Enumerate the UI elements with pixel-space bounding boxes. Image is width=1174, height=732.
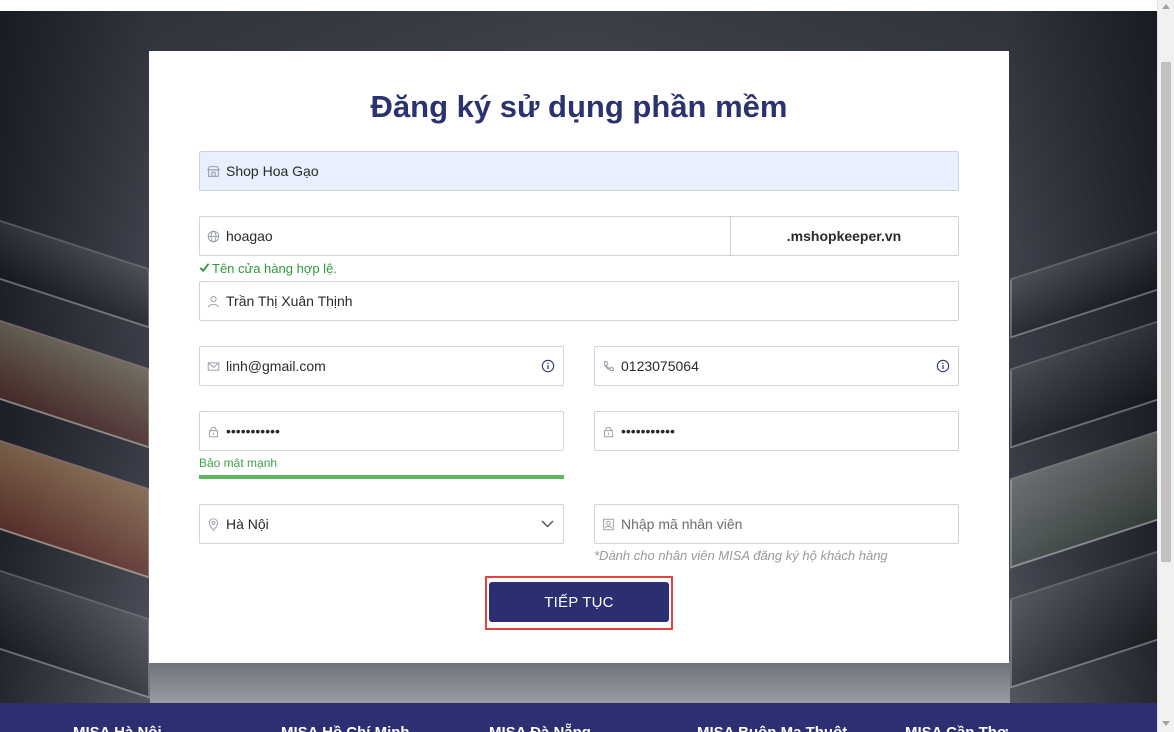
page-scrollbar[interactable]: [1157, 0, 1174, 732]
id-card-icon: [595, 518, 621, 531]
floor-decoration: [150, 661, 1010, 703]
lock-icon: [200, 425, 226, 438]
scrollbar-thumb[interactable]: [1161, 62, 1171, 562]
province-value: Hà Nội: [226, 516, 269, 532]
page-title: Đăng ký sử dụng phần mềm: [370, 89, 788, 124]
info-icon[interactable]: [928, 359, 958, 373]
globe-icon: [200, 230, 226, 243]
scroll-down-arrow-icon[interactable]: [1162, 721, 1170, 726]
password-strength-label: Bảo mật mạnh: [199, 456, 278, 470]
store-icon: [200, 165, 226, 178]
shelf-decoration: [1010, 313, 1157, 449]
mail-icon: [200, 360, 226, 373]
user-icon: [200, 295, 226, 308]
registration-card: Đăng ký sử dụng phần mềm Shop Hoa Gạo ho…: [149, 51, 1009, 663]
chevron-down-icon[interactable]: [531, 520, 563, 528]
phone-icon: [595, 360, 621, 373]
shelf-decoration: [0, 563, 150, 699]
shelf-decoration: [1010, 423, 1157, 569]
phone-value: 0123075064: [621, 358, 699, 374]
continue-button[interactable]: TIẾP TỤC: [489, 582, 669, 622]
domain-value: hoagao: [226, 228, 273, 244]
top-strip: [0, 0, 1157, 11]
footer-office-item[interactable]: MISA Đà Nẵng: [489, 724, 591, 732]
domain-suffix: .mshopkeeper.vn: [730, 216, 959, 256]
scroll-up-arrow-icon[interactable]: [1162, 4, 1170, 9]
password-value: •••••••••••: [226, 423, 280, 439]
shelf-decoration: [0, 213, 150, 329]
validation-text: Tên cửa hàng hợp lệ.: [212, 261, 337, 276]
shelf-decoration: [0, 313, 150, 449]
location-pin-icon: [200, 517, 226, 531]
email-field[interactable]: linh@gmail.com: [199, 346, 564, 386]
email-value: linh@gmail.com: [226, 358, 326, 374]
shelf-decoration: [1010, 223, 1157, 339]
lock-icon: [595, 425, 621, 438]
domain-validation-message: Tên cửa hàng hợp lệ.: [199, 261, 337, 276]
shelf-decoration: [1010, 543, 1157, 689]
shelf-decoration: [0, 433, 150, 579]
employee-code-placeholder: Nhập mã nhân viên: [621, 516, 743, 532]
employee-code-input[interactable]: Nhập mã nhân viên: [594, 504, 959, 544]
footer-office-item[interactable]: MISA Cần Thơ: [905, 724, 1008, 732]
password-strength-fill: [199, 475, 564, 479]
footer-office-item[interactable]: MISA Hồ Chí Minh: [281, 724, 410, 732]
province-select[interactable]: Hà Nội: [199, 504, 564, 544]
full-name-field[interactable]: Trần Thị Xuân Thịnh: [199, 281, 959, 321]
footer-office-item[interactable]: MISA Hà Nội: [73, 724, 162, 732]
info-icon[interactable]: [533, 359, 563, 373]
confirm-password-field[interactable]: •••••••••••: [594, 411, 959, 451]
checkmark-icon: [199, 261, 210, 276]
employee-code-note: *Dành cho nhân viên MISA đăng ký hộ khác…: [594, 548, 888, 563]
confirm-password-value: •••••••••••: [621, 423, 675, 439]
password-strength-bar: [199, 475, 564, 479]
password-field[interactable]: •••••••••••: [199, 411, 564, 451]
full-name-value: Trần Thị Xuân Thịnh: [226, 293, 353, 309]
shop-name-field[interactable]: Shop Hoa Gạo: [199, 151, 959, 191]
domain-field[interactable]: hoagao: [199, 216, 731, 256]
shop-name-value: Shop Hoa Gạo: [226, 163, 319, 179]
footer-office-item[interactable]: MISA Buôn Ma Thuột: [697, 724, 847, 732]
phone-field[interactable]: 0123075064: [594, 346, 959, 386]
footer: MISA Hà Nội MISA Hồ Chí Minh MISA Đà Nẵn…: [0, 703, 1157, 732]
